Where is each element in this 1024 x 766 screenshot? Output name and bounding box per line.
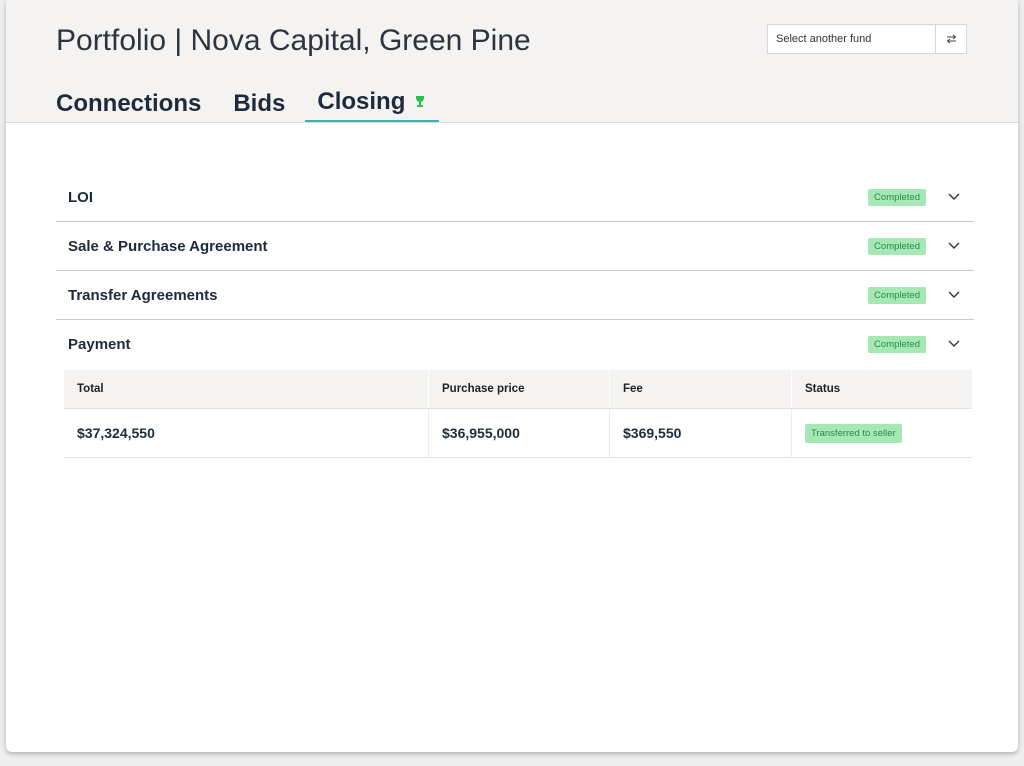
fund-selector[interactable]: Select another fund (767, 24, 967, 54)
chevron-down-icon[interactable] (940, 236, 968, 256)
column-header-purchase-price: Purchase price (428, 370, 609, 408)
section-transfer-agreements[interactable]: Transfer Agreements Completed (56, 271, 974, 320)
section-sale-purchase-agreement[interactable]: Sale & Purchase Agreement Completed (56, 222, 974, 271)
swap-fund-button[interactable] (935, 25, 966, 53)
tab-closing-label: Closing (317, 88, 406, 115)
section-loi[interactable]: LOI Completed (56, 173, 974, 222)
page-title: Portfolio | Nova Capital, Green Pine (56, 24, 531, 57)
column-header-fee: Fee (609, 370, 791, 408)
status-badge: Completed (868, 335, 926, 353)
status-badge: Completed (868, 286, 926, 304)
app-window: Portfolio | Nova Capital, Green Pine Sel… (6, 0, 1018, 752)
section-payment[interactable]: Payment Completed (56, 320, 974, 368)
chevron-down-icon[interactable] (940, 285, 968, 305)
chevron-down-icon[interactable] (940, 187, 968, 207)
tab-bids-label: Bids (233, 90, 286, 117)
section-title: LOI (68, 188, 93, 206)
tab-bids[interactable]: Bids (233, 90, 285, 122)
cell-fee: $369,550 (609, 409, 791, 457)
section-title: Sale & Purchase Agreement (68, 237, 268, 255)
payment-table: Total Purchase price Fee Status $37,324,… (64, 370, 972, 458)
table-header: Total Purchase price Fee Status (64, 370, 972, 409)
trophy-icon (415, 96, 425, 108)
section-title: Transfer Agreements (68, 286, 218, 304)
tab-connections[interactable]: Connections (56, 90, 201, 122)
closing-sections: LOI Completed Sale & Purchase Agreement … (56, 173, 974, 368)
tab-bar: Connections Bids Closing (56, 88, 471, 122)
cell-purchase-price: $36,955,000 (428, 409, 609, 457)
cell-total: $37,324,550 (77, 425, 155, 441)
status-badge: Completed (868, 237, 926, 255)
tab-closing[interactable]: Closing (305, 88, 440, 122)
column-header-total: Total (77, 383, 104, 395)
cell-status: Transferred to seller (791, 409, 972, 457)
tab-connections-label: Connections (56, 90, 202, 117)
fund-selector-label: Select another fund (776, 33, 872, 45)
table-row: $37,324,550 $36,955,000 $369,550 Transfe… (64, 409, 972, 458)
chevron-down-icon[interactable] (940, 334, 968, 354)
status-badge: Transferred to seller (805, 423, 902, 443)
page-header: Portfolio | Nova Capital, Green Pine Sel… (6, 0, 1018, 123)
section-title: Payment (68, 335, 131, 353)
column-header-status: Status (791, 370, 972, 408)
status-badge: Completed (868, 188, 926, 206)
swap-arrows-icon (946, 34, 956, 44)
